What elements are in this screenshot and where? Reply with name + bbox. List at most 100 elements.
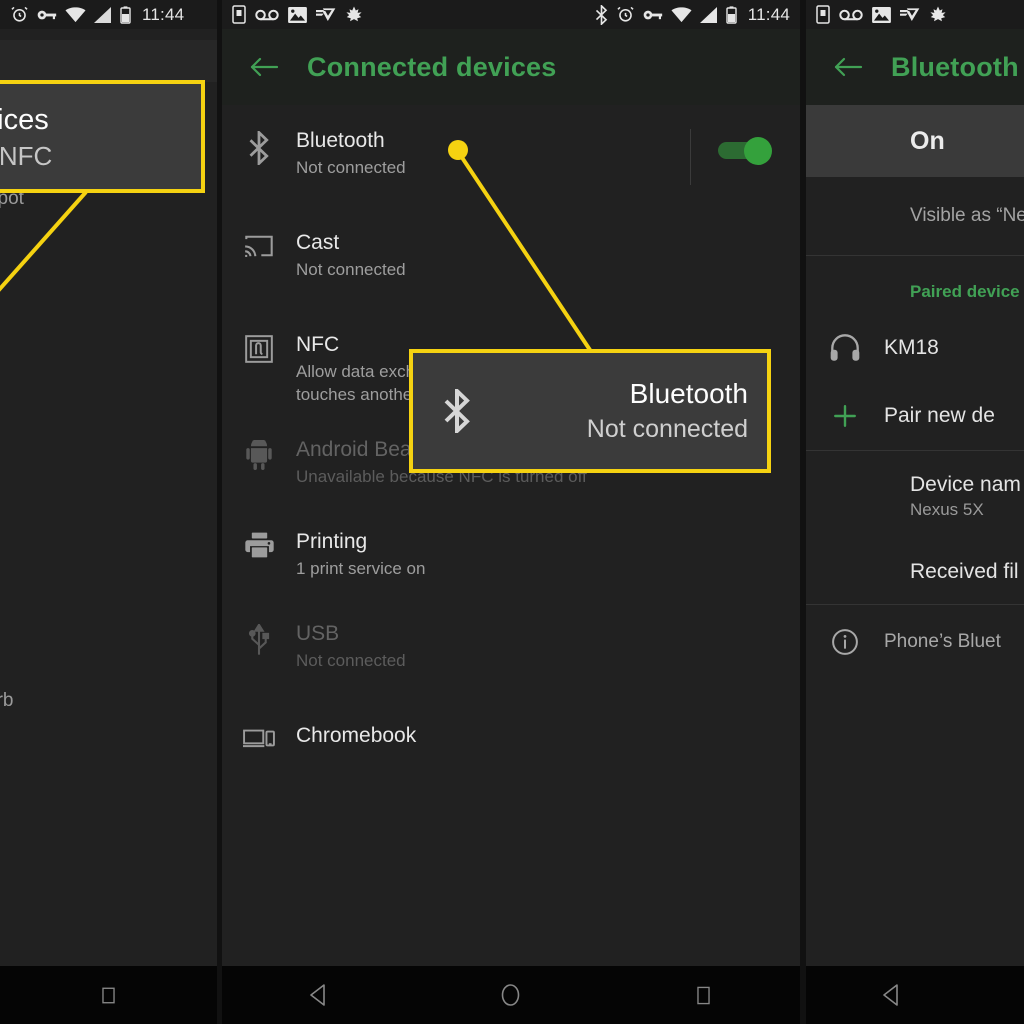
cast-icon [222, 229, 296, 259]
page-title: Bluetooth [891, 52, 1019, 83]
bluetooth-settings-panel: Bluetooth On Visible as “Ne Paired devic… [806, 0, 1024, 1024]
visible-as-label: Visible as “Ne [910, 205, 1024, 227]
right-status-bar [806, 0, 1024, 29]
device-name-row[interactable]: Device nam Nexus 5X [806, 451, 1024, 542]
bluetooth-info-row[interactable]: Phone’s Bluet [806, 605, 1024, 679]
bluetooth-toggle[interactable] [718, 137, 772, 165]
left-phone-panel: 11:44 spot urb [0, 0, 217, 1024]
mid-nav-bar [222, 966, 800, 1024]
back-arrow-icon[interactable] [828, 47, 868, 87]
mid-app-bar: Connected devices [222, 29, 800, 105]
v-app-icon [316, 7, 336, 22]
left-disturb-fragment: urb [0, 690, 13, 712]
row-title: Bluetooth [296, 127, 678, 154]
maple-leaf-icon [929, 6, 947, 24]
row-title: Android Beam [296, 436, 788, 463]
device-name-title: Device nam [910, 473, 1024, 497]
back-triangle-icon[interactable] [290, 967, 346, 1023]
received-files-row[interactable]: Received fil [806, 542, 1024, 604]
connected-devices-panel: 11:44 Connected devices Bluetooth [222, 0, 800, 1024]
nfc-icon [222, 331, 296, 363]
notification-icons [232, 5, 363, 24]
alarm-icon [616, 5, 635, 24]
row-subtitle: 1 print service on [296, 557, 788, 580]
bluetooth-info-label: Phone’s Bluet [884, 631, 1001, 653]
v-app-icon [900, 7, 920, 22]
row-subtitle: Not connected [296, 649, 788, 672]
page-title: Connected devices [307, 52, 557, 83]
bluetooth-state-label: On [910, 127, 945, 156]
row-title: USB [296, 620, 788, 647]
pair-new-device-row[interactable]: Pair new de [806, 382, 1024, 450]
row-subtitle: Not connected [296, 258, 788, 281]
pair-new-device-label: Pair new de [884, 404, 995, 428]
sim-card-icon [232, 5, 246, 24]
paired-device-name: KM18 [884, 336, 939, 360]
bluetooth-icon [222, 127, 296, 165]
row-nfc[interactable]: NFC Allow data exchange when the phone t… [222, 331, 800, 406]
recents-square-icon[interactable] [81, 967, 137, 1023]
row-title: Printing [296, 528, 788, 555]
row-subtitle: Allow data exchange when the phone touch… [296, 360, 788, 406]
paired-device-row[interactable]: KM18 [806, 314, 1024, 382]
row-printing[interactable]: Printing 1 print service on [222, 528, 800, 588]
voicemail-icon [839, 8, 863, 22]
received-files-label: Received fil [910, 560, 1024, 584]
back-triangle-icon[interactable] [863, 967, 919, 1023]
row-cast[interactable]: Cast Not connected [222, 229, 800, 289]
headset-icon [806, 334, 884, 362]
photo-icon [872, 7, 891, 23]
screenshot-root: 11:44 spot urb [0, 0, 1024, 1024]
sim-card-icon [816, 5, 830, 24]
mid-clock: 11:44 [748, 5, 790, 25]
left-status-bar: 11:44 [0, 0, 217, 29]
row-chromebook[interactable]: Chromebook [222, 722, 800, 782]
row-title: Cast [296, 229, 788, 256]
bluetooth-toggle-cell [690, 127, 800, 165]
left-nav-bar [0, 966, 217, 1024]
alarm-icon [10, 5, 29, 24]
connected-devices-list: Bluetooth Not connected [222, 105, 800, 966]
usb-icon [222, 620, 296, 656]
battery-icon [120, 6, 131, 24]
row-bluetooth[interactable]: Bluetooth Not connected [222, 127, 800, 187]
wifi-icon [65, 7, 86, 23]
plus-icon [806, 403, 884, 429]
wifi-icon [671, 7, 692, 23]
row-android-beam: Android Beam Unavailable because NFC is … [222, 436, 800, 496]
row-usb: USB Not connected [222, 620, 800, 680]
bluetooth-icon [595, 5, 608, 25]
vpn-key-icon [643, 8, 663, 22]
maple-leaf-icon [345, 6, 363, 24]
cell-signal-icon [700, 7, 718, 23]
printer-icon [222, 528, 296, 558]
right-app-bar: Bluetooth [806, 29, 1024, 105]
recents-square-icon[interactable] [676, 967, 732, 1023]
row-title: NFC [296, 331, 788, 358]
device-name-value: Nexus 5X [910, 500, 1024, 520]
vpn-key-icon [37, 8, 57, 22]
battery-icon [726, 6, 737, 24]
row-title: Chromebook [296, 722, 788, 749]
android-icon [222, 436, 296, 470]
photo-icon [288, 7, 307, 23]
chromebook-icon [222, 722, 296, 750]
system-icons: 11:44 [595, 5, 790, 25]
info-icon [806, 628, 884, 656]
paired-devices-header: Paired device [806, 256, 1024, 314]
bluetooth-content: On Visible as “Ne Paired device KM18 [806, 105, 1024, 966]
left-hotspot-fragment: spot [0, 188, 24, 210]
left-search-bar[interactable] [0, 40, 217, 82]
voicemail-icon [255, 8, 279, 22]
row-subtitle: Not connected [296, 156, 678, 179]
bluetooth-state-row[interactable]: On [806, 105, 1024, 177]
mid-status-bar: 11:44 [222, 0, 800, 29]
toggle-knob [744, 137, 772, 165]
home-circle-icon[interactable] [483, 967, 539, 1023]
back-arrow-icon[interactable] [244, 47, 284, 87]
cell-signal-icon [94, 7, 112, 23]
left-clock: 11:44 [142, 5, 184, 25]
visible-as-row: Visible as “Ne [806, 177, 1024, 255]
row-subtitle: Unavailable because NFC is turned off [296, 465, 788, 488]
right-nav-bar [806, 966, 1024, 1024]
